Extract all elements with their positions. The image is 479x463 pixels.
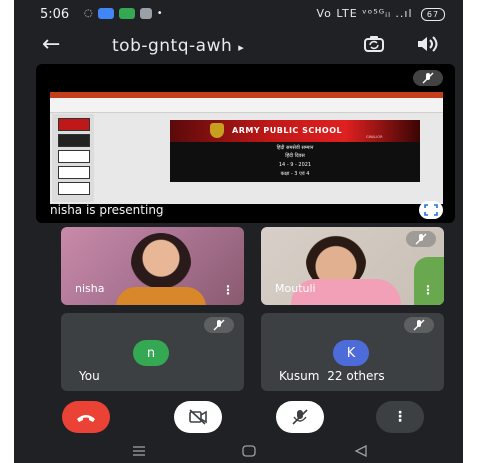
- notification-icons: ◌ •: [84, 8, 163, 19]
- status-time: 5:06: [40, 7, 70, 22]
- app-notification-icon: [97, 8, 114, 19]
- slide-thumbnail: [58, 150, 90, 163]
- slide-line: हिंदी दिवस: [285, 153, 305, 159]
- others-count: 22 others: [327, 369, 385, 383]
- dot-icon: •: [156, 8, 163, 19]
- mic-toggle-button[interactable]: [276, 401, 324, 433]
- slide-thumbnail: [58, 166, 90, 179]
- others-avatar: K: [333, 340, 369, 366]
- message-notification-icon: [139, 8, 152, 19]
- meet-notification-icon: [118, 8, 135, 19]
- participant-tile-nisha[interactable]: nisha ⋮: [61, 227, 244, 305]
- battery-icon: 67: [421, 7, 445, 21]
- mic-off-icon: [404, 317, 434, 333]
- slide-thumbnail: [58, 118, 90, 131]
- more-options-button[interactable]: ⋮: [376, 401, 424, 433]
- camera-off-icon: [189, 409, 207, 425]
- back-icon[interactable]: [354, 445, 368, 457]
- signal-indicator: Vo LTE ᵛᵒ⁵ᴳᵢₗ ..ıl 67: [317, 7, 445, 21]
- camera-toggle-button[interactable]: [174, 401, 222, 433]
- presentation-tile[interactable]: ARMY PUBLIC SCHOOL GWALIOR हिंदी समसेवी …: [36, 64, 455, 223]
- slide-title: ARMY PUBLIC SCHOOL: [232, 126, 343, 135]
- slide-thumbnail: [58, 182, 90, 195]
- back-arrow-icon[interactable]: ←: [42, 32, 60, 57]
- fullscreen-icon[interactable]: [419, 201, 443, 219]
- slide-line: 14 - 9 - 2021: [278, 162, 312, 168]
- participant-name: Moutuli: [275, 282, 316, 295]
- mic-off-icon: [406, 231, 436, 247]
- background-plant: [414, 257, 444, 305]
- ppt-toolbar: [50, 98, 443, 113]
- slide-thumbnails: [52, 114, 94, 202]
- meeting-code-button[interactable]: tob-gntq-awh ▸: [112, 36, 244, 56]
- call-controls: ⋮: [14, 398, 463, 438]
- signal-text: Vo LTE ᵛᵒ⁵ᴳᵢₗ ..ıl: [316, 7, 413, 20]
- presenter-mic-off-icon: [413, 70, 443, 86]
- current-slide: ARMY PUBLIC SCHOOL GWALIOR हिंदी समसेवी …: [170, 120, 420, 182]
- more-vertical-icon[interactable]: ⋮: [422, 283, 434, 297]
- meeting-code: tob-gntq-awh: [112, 36, 233, 56]
- switch-camera-icon[interactable]: [363, 34, 385, 54]
- shared-screen: ARMY PUBLIC SCHOOL GWALIOR हिंदी समसेवी …: [50, 92, 443, 204]
- school-logo: [210, 123, 224, 138]
- more-vertical-icon[interactable]: ⋮: [222, 283, 234, 297]
- participant-tile-moutuli[interactable]: Moutuli ⋮: [261, 227, 444, 305]
- slide-subtitle: GWALIOR: [366, 135, 383, 139]
- participant-name: nisha: [75, 282, 105, 295]
- more-vertical-icon: ⋮: [393, 409, 407, 425]
- notification-dot-icon: ◌: [84, 8, 93, 19]
- others-name: Kusum: [279, 369, 320, 383]
- self-label: You: [79, 369, 100, 383]
- status-bar: 5:06 ◌ • Vo LTE ᵛᵒ⁵ᴳᵢₗ ..ıl 67: [14, 0, 463, 28]
- mic-off-icon: [292, 409, 308, 425]
- others-tile[interactable]: K Kusum 22 others: [261, 313, 444, 391]
- recent-apps-icon[interactable]: [132, 445, 146, 457]
- others-label: Kusum 22 others: [279, 369, 385, 383]
- mic-off-icon: [204, 317, 234, 333]
- presenting-label: nisha is presenting: [50, 203, 164, 217]
- meet-screen: 5:06 ◌ • Vo LTE ᵛᵒ⁵ᴳᵢₗ ..ıl 67 ← tob-gnt…: [14, 0, 463, 463]
- meeting-toolbar: ← tob-gntq-awh ▸: [14, 28, 463, 62]
- slide-line: कक्षा - 3 एवं 4: [280, 171, 310, 177]
- slide-line: हिंदी समसेवी सम्मान: [276, 145, 314, 151]
- home-icon[interactable]: [242, 445, 256, 457]
- slide-thumbnail: [58, 134, 90, 147]
- participant-shirt: [116, 287, 206, 305]
- self-avatar: n: [133, 340, 169, 366]
- phone-hangup-icon: [77, 415, 95, 422]
- end-call-button[interactable]: [62, 401, 110, 433]
- caret-right-icon: ▸: [238, 41, 245, 54]
- speaker-icon[interactable]: [415, 34, 439, 54]
- self-tile[interactable]: n You: [61, 313, 244, 391]
- system-navigation-bar: [14, 440, 463, 463]
